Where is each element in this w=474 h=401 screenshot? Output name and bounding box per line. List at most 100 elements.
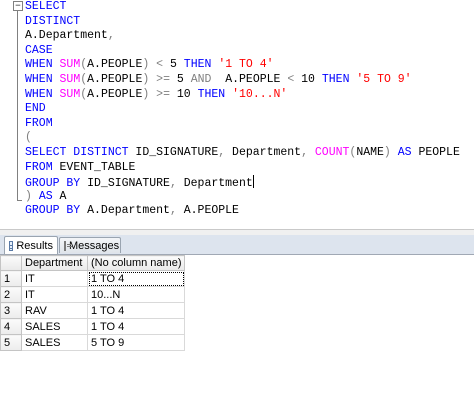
code-line[interactable]: WHEN SUM(A.PEOPLE) >= 10 THEN '10...N': [25, 88, 460, 103]
code-token: AND: [190, 72, 212, 86]
code-line[interactable]: WHEN SUM(A.PEOPLE) < 5 THEN '1 TO 4': [25, 58, 460, 73]
outline-guide-end: [17, 200, 22, 201]
code-token: 10: [294, 72, 322, 86]
collapse-icon[interactable]: −: [13, 1, 23, 11]
code-token: EVENT_TABLE: [52, 160, 136, 174]
grid-icon: [9, 240, 14, 251]
code-token: FROM: [25, 116, 53, 130]
row-number[interactable]: 4: [0, 318, 22, 335]
tab-results-label: Results: [16, 239, 53, 252]
code-token: 5: [163, 58, 184, 72]
row-number[interactable]: 3: [0, 302, 22, 319]
code-token: ,: [107, 29, 115, 43]
code-token: >=: [156, 87, 170, 101]
code-token: END: [25, 102, 46, 116]
code-token: ID_SIGNATURE: [80, 177, 170, 191]
code-token: SELECT: [25, 0, 67, 13]
cell-department[interactable]: IT: [21, 286, 88, 303]
code-line[interactable]: SELECT: [25, 0, 460, 15]
table-row[interactable]: 5 SALES 5 TO 9: [0, 334, 186, 351]
code-token: A.PEOPLE: [87, 72, 143, 86]
row-number[interactable]: 5: [0, 334, 22, 351]
code-token: A.PEOPLE: [87, 87, 143, 101]
cell-range[interactable]: 1 TO 4: [86, 302, 186, 319]
code-token: AS: [397, 145, 412, 159]
cell-department[interactable]: SALES: [21, 334, 88, 351]
code-token: THEN: [183, 58, 219, 72]
sql-code[interactable]: SELECT DISTINCT A.Department, CASE WHEN SUM(…: [25, 0, 460, 219]
code-token: Department: [176, 177, 253, 191]
code-token: FROM: [25, 160, 53, 174]
results-grid[interactable]: Department (No column name) 1 IT 1 TO 4 2 IT…: [0, 255, 474, 401]
code-token: A.Department: [25, 29, 108, 43]
code-token: THEN: [321, 72, 357, 86]
code-token: ,: [169, 177, 177, 191]
code-line[interactable]: WHEN SUM(A.PEOPLE) >= 5 AND A.PEOPLE < 1…: [25, 73, 460, 88]
code-token: '1 TO 4': [218, 58, 274, 72]
code-line[interactable]: A.Department,: [25, 29, 460, 44]
code-line[interactable]: END: [25, 102, 460, 117]
code-line[interactable]: FROM EVENT_TABLE: [25, 161, 460, 176]
code-token: SUM: [59, 87, 81, 101]
code-token: ,: [301, 145, 308, 159]
cell-range[interactable]: 1 TO 4: [86, 318, 186, 335]
code-line[interactable]: GROUP BY A.Department, A.PEOPLE: [25, 204, 460, 219]
cell-range[interactable]: 5 TO 9: [86, 334, 186, 351]
editor-gutter: [0, 0, 15, 229]
code-token: '5 TO 9': [356, 72, 412, 86]
grid-corner[interactable]: [0, 255, 22, 271]
cell-department[interactable]: IT: [21, 270, 88, 287]
table-row[interactable]: 3 RAV 1 TO 4: [0, 302, 186, 319]
code-line[interactable]: SELECT DISTINCT ID_SIGNATURE, Department…: [25, 146, 460, 161]
code-token: A.PEOPLE: [211, 72, 288, 86]
code-line[interactable]: CASE: [25, 44, 460, 59]
code-line[interactable]: ) AS A: [25, 190, 460, 205]
table-row[interactable]: 2 IT 10...N: [0, 286, 186, 303]
code-token: 5: [169, 72, 191, 86]
cell-department[interactable]: RAV: [21, 302, 88, 319]
column-header-no-column-name[interactable]: (No column name): [86, 255, 186, 271]
code-line[interactable]: GROUP BY ID_SIGNATURE, Department: [25, 175, 460, 190]
cell-range[interactable]: 1 TO 4: [86, 270, 186, 287]
code-line[interactable]: FROM: [25, 117, 460, 132]
row-number[interactable]: 2: [0, 286, 22, 303]
sql-editor[interactable]: − SELECT DISTINCT A.Department, CASE WHEN SU…: [0, 0, 474, 229]
code-token: DISTINCT: [25, 14, 81, 28]
code-token: WHEN: [25, 72, 60, 86]
table-row[interactable]: 1 IT 1 TO 4: [0, 270, 186, 287]
tab-messages-label: Messages: [69, 239, 120, 252]
message-icon: [64, 240, 72, 251]
code-token: >=: [156, 72, 170, 86]
code-token: WHEN: [25, 87, 60, 101]
cell-department[interactable]: SALES: [21, 318, 88, 335]
header-row: Department (No column name): [0, 255, 186, 271]
code-token: GROUP BY: [25, 204, 81, 218]
code-token: SUM: [59, 72, 81, 86]
code-line[interactable]: (: [25, 131, 460, 146]
code-token: SELECT DISTINCT: [25, 145, 136, 159]
code-token: WHEN: [25, 58, 60, 72]
code-token: PEOPLE: [411, 145, 460, 159]
code-token: SUM: [59, 58, 81, 72]
code-line[interactable]: DISTINCT: [25, 15, 460, 30]
code-token: ): [383, 145, 391, 159]
tab-messages[interactable]: Messages: [59, 237, 121, 253]
code-token: THEN: [197, 87, 233, 101]
code-token: A.Department: [80, 204, 170, 218]
tab-results[interactable]: Results: [4, 236, 58, 254]
results-table: Department (No column name) 1 IT 1 TO 4 2 IT…: [0, 255, 186, 351]
row-number[interactable]: 1: [0, 270, 22, 287]
code-token: (: [25, 131, 32, 145]
code-token: GROUP BY: [25, 177, 81, 191]
code-token: '10...N': [232, 87, 288, 101]
table-row[interactable]: 4 SALES 1 TO 4: [0, 318, 186, 335]
column-header-department[interactable]: Department: [21, 255, 88, 271]
code-token: 10: [169, 87, 198, 101]
code-token: CASE: [25, 43, 53, 57]
code-token: A: [52, 189, 67, 203]
cell-range[interactable]: 10...N: [86, 286, 186, 303]
code-token: ): [25, 189, 32, 203]
code-token: ,: [169, 204, 177, 218]
code-token: ID_SIGNATURE: [135, 145, 219, 159]
